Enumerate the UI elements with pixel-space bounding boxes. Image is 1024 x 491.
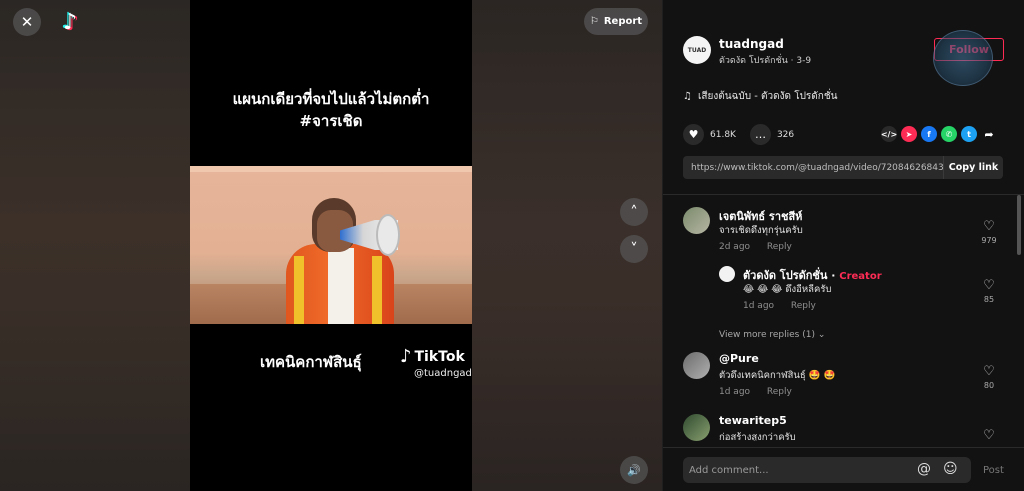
- heart-outline-icon: ♡: [983, 278, 995, 293]
- flag-icon: ⚐: [589, 16, 599, 27]
- tiktok-note-icon: ♪: [400, 346, 412, 367]
- report-button[interactable]: ⚐ Report: [584, 8, 648, 35]
- watermark-text: TikTok: [414, 348, 465, 365]
- facebook-icon[interactable]: f: [921, 126, 937, 142]
- video-player[interactable]: แผนกเดียวที่จบไปแล้วไม่ตกต่ำ #จารเชิด เท…: [190, 0, 472, 491]
- close-button[interactable]: ✕: [13, 8, 41, 36]
- avatar[interactable]: [683, 352, 710, 379]
- heart-outline-icon: ♡: [983, 219, 995, 234]
- whatsapp-icon[interactable]: ✆: [941, 126, 957, 142]
- copy-link-button[interactable]: Copy link: [943, 156, 1003, 179]
- close-icon: ✕: [20, 13, 34, 31]
- mention-icon[interactable]: @: [917, 461, 931, 477]
- avatar[interactable]: [719, 266, 735, 282]
- embed-icon[interactable]: </>: [881, 126, 897, 142]
- comment-item: tewaritep5 ก่อสร้างสูงกว่าครับ ♡: [683, 414, 1003, 441]
- video-caption-line1: แผนกเดียวที่จบไปแล้วไม่ตกต่ำ: [232, 90, 430, 108]
- author-subtitle: ตัวดงัด โปรดักชั่น · 3-9: [719, 56, 812, 66]
- comment-text: จารเชิดดึงทุกรุ่นครับ: [719, 225, 803, 236]
- comment-footer: Add comment... @ ☺ Post: [663, 447, 1024, 491]
- stat-row: ♥ 61.8K … 326: [683, 124, 808, 145]
- reply-button[interactable]: Reply: [767, 242, 792, 252]
- comment-time: 2d ago: [719, 242, 751, 252]
- comments-scrollbar[interactable]: [1017, 195, 1021, 255]
- creator-badge: Creator: [839, 271, 882, 282]
- music-link[interactable]: ♫ เสียงต้นฉบับ - ตัวดงัด โปรดักชั่น: [683, 89, 837, 104]
- heart-outline-icon: ♡: [983, 364, 995, 379]
- video-photo: [190, 166, 472, 324]
- reply-button[interactable]: Reply: [767, 387, 792, 397]
- comment-bubble-icon: …: [754, 128, 766, 141]
- comment-item: เจตนิพัทธ์ ราชสีห์ จารเชิดดึงทุกรุ่นครับ…: [683, 207, 1003, 257]
- watermark-handle: @tuadngad: [414, 368, 472, 379]
- comment-author[interactable]: @Pure: [719, 352, 759, 365]
- heart-outline-icon: ♡: [983, 428, 995, 441]
- link-box: https://www.tiktok.com/@tuadngad/video/7…: [683, 156, 1003, 179]
- comment-like-count: 979: [981, 236, 997, 245]
- heart-icon: ♥: [688, 128, 699, 141]
- report-label: Report: [603, 16, 643, 27]
- previous-video-button[interactable]: ˄: [620, 198, 648, 226]
- tiktok-logo-icon[interactable]: ♪: [58, 10, 82, 35]
- music-note-icon: ♫: [683, 91, 692, 102]
- video-stage: แผนกเดียวที่จบไปแล้วไม่ตกต่ำ #จารเชิด เท…: [0, 0, 662, 491]
- side-panel: TUAD tuadngad ตัวดงัด โปรดักชั่น · 3-9 F…: [662, 0, 1024, 491]
- comment-text: ตัวดึงเทคนิคกาฬสินธุ์ 🤩 🤩: [719, 370, 836, 381]
- floating-badge-overlay: [933, 30, 993, 86]
- comment-like[interactable]: ♡ 80: [977, 364, 1001, 390]
- volume-button[interactable]: 🔊: [620, 456, 648, 484]
- comment-time: 1d ago: [719, 387, 751, 397]
- comment-author[interactable]: tewaritep5: [719, 414, 787, 427]
- tiktok-watermark: ♪ TikTok: [400, 346, 465, 367]
- next-video-button[interactable]: ˅: [620, 235, 648, 263]
- view-more-replies-button[interactable]: View more replies (1) ⌄: [719, 330, 825, 340]
- twitter-icon[interactable]: t: [961, 126, 977, 142]
- video-caption: แผนกเดียวที่จบไปแล้วไม่ตกต่ำ #จารเชิด: [190, 88, 472, 132]
- reply-author-name: ตัวดงัด โปรดักชั่น ·: [743, 269, 836, 282]
- video-link[interactable]: https://www.tiktok.com/@tuadngad/video/7…: [683, 163, 943, 173]
- author-avatar[interactable]: TUAD: [683, 36, 711, 64]
- share-arrow-icon[interactable]: ➦: [981, 126, 997, 142]
- video-caption-line2: #จารเชิด: [299, 112, 363, 130]
- comment-like[interactable]: ♡ 85: [977, 278, 1001, 304]
- reply-item: ตัวดงัด โปรดักชั่น · Creator 😂 😂 😂 ดึงอี…: [719, 266, 1003, 316]
- avatar[interactable]: [683, 207, 710, 234]
- send-icon[interactable]: ➤: [901, 126, 917, 142]
- comment-time: 1d ago: [743, 301, 775, 311]
- comment-text: 😂 😂 😂 ดึงอีหลีครับ: [743, 284, 832, 295]
- comment-button[interactable]: …: [749, 124, 771, 145]
- video-blur-background-left: [0, 0, 190, 491]
- emoji-icon[interactable]: ☺: [943, 461, 958, 477]
- music-title: เสียงต้นฉบับ - ตัวดงัด โปรดักชั่น: [697, 91, 838, 102]
- comment-like-count: 80: [983, 381, 995, 390]
- avatar[interactable]: [683, 414, 710, 441]
- comment-meta: 2d ago Reply: [719, 242, 792, 252]
- author-username[interactable]: tuadngad: [719, 37, 784, 51]
- comment-like-count: 85: [983, 295, 995, 304]
- like-button[interactable]: ♥: [683, 124, 704, 145]
- chevron-down-icon: ˅: [630, 240, 638, 258]
- video-bottom-text: เทคนิคกาฬสินธุ์: [260, 353, 362, 371]
- comment-like[interactable]: ♡ 979: [977, 219, 1001, 245]
- share-row: </> ➤ f ✆ t ➦: [881, 126, 997, 142]
- comment-meta: 1d ago Reply: [743, 301, 816, 311]
- speaker-icon: 🔊: [627, 463, 641, 477]
- reply-button[interactable]: Reply: [791, 301, 816, 311]
- comment-list[interactable]: เจตนิพัทธ์ ราชสีห์ จารเชิดดึงทุกรุ่นครับ…: [663, 195, 1015, 441]
- chevron-up-icon: ˄: [630, 203, 638, 221]
- comment-count: 326: [776, 129, 795, 140]
- comment-text: ก่อสร้างสูงกว่าครับ: [719, 432, 796, 441]
- comment-meta: 1d ago Reply: [719, 387, 792, 397]
- comment-like[interactable]: ♡: [977, 428, 1001, 441]
- comment-item: @Pure ตัวดึงเทคนิคกาฬสินธุ์ 🤩 🤩 1d ago R…: [683, 352, 1003, 402]
- post-button[interactable]: Post: [983, 465, 1004, 476]
- like-count: 61.8K: [710, 129, 736, 140]
- avatar-logo-text: TUAD: [687, 46, 707, 54]
